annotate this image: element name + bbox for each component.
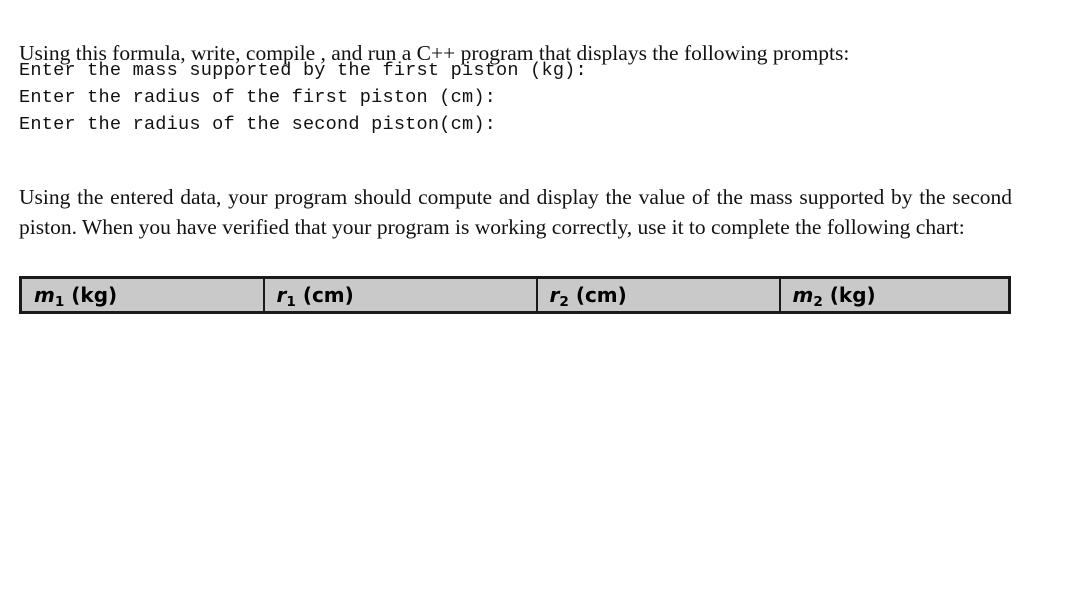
column-header-variable: r2: [549, 283, 569, 310]
column-header-r2: r2 (cm): [536, 277, 781, 313]
table-header-row: m1 (kg) r1 (cm) r2 (cm) m2 (kg): [20, 277, 1010, 313]
column-header-variable: m2: [792, 283, 823, 310]
column-header-unit: (kg): [829, 283, 876, 307]
document-page: Using this formula, write, compile , and…: [0, 0, 1070, 604]
column-header-unit: (cm): [302, 283, 354, 307]
column-header-r1: r1 (cm): [263, 277, 538, 313]
table-header: m1 (kg) r1 (cm) r2 (cm) m2 (kg): [20, 277, 1010, 313]
program-prompt-line: Enter the radius of the first piston (cm…: [19, 87, 497, 108]
program-prompt-line: Enter the radius of the second piston(cm…: [19, 114, 497, 135]
program-prompt-block: Enter the mass supported by the first pi…: [19, 57, 919, 138]
piston-chart-table: m1 (kg) r1 (cm) r2 (cm) m2 (kg): [19, 276, 1011, 314]
column-header-variable: m1: [34, 283, 65, 310]
program-prompt-line: Enter the mass supported by the first pi…: [19, 60, 587, 81]
column-header-unit: (kg): [71, 283, 118, 307]
column-header-variable: r1: [276, 283, 296, 310]
column-header-subscript: 1: [286, 293, 296, 310]
column-header-subscript: 2: [813, 293, 823, 310]
column-header-m2: m2 (kg): [779, 277, 1010, 313]
followup-paragraph: Using the entered data, your program sho…: [19, 184, 1012, 239]
chart-table-container: m1 (kg) r1 (cm) r2 (cm) m2 (kg): [19, 276, 1011, 314]
column-header-subscript: 2: [559, 293, 569, 310]
column-header-subscript: 1: [54, 293, 65, 310]
column-header-m1: m1 (kg): [20, 277, 265, 313]
column-header-unit: (cm): [575, 283, 627, 307]
